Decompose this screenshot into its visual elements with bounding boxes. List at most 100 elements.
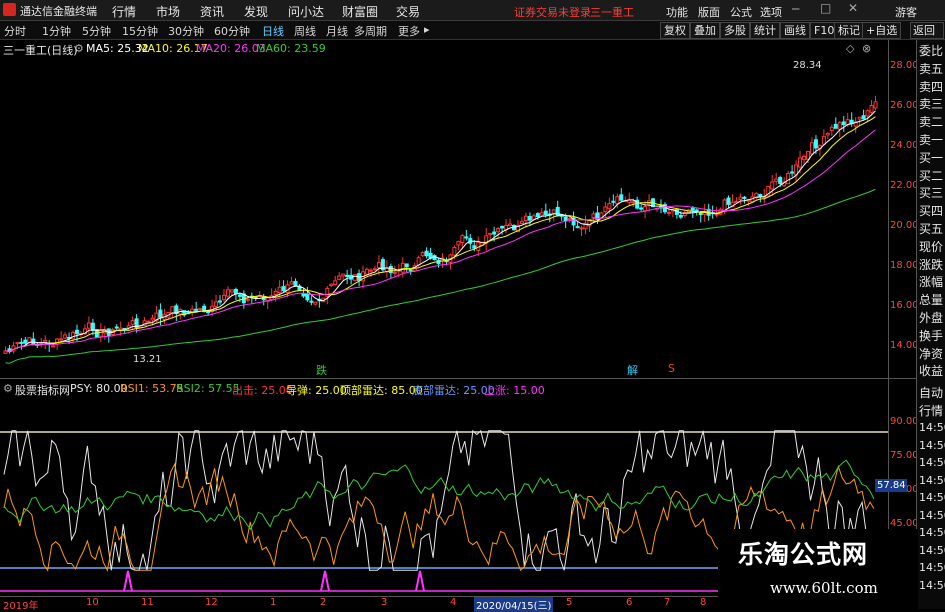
period-1min[interactable]: 1分钟 (42, 23, 71, 39)
menu-zixun[interactable]: 资讯 (200, 3, 224, 20)
diamond-icon[interactable]: ◇ (846, 42, 854, 55)
quote-field-label: 委比 (919, 44, 944, 58)
back-button[interactable]: 返回 (910, 22, 944, 39)
candlestick-series (3, 95, 878, 354)
huaxian-button[interactable]: 画线 (780, 22, 810, 39)
guest-button[interactable]: 游客 (895, 4, 917, 20)
candle-body (539, 212, 544, 216)
y-tick: 18.00 (890, 260, 919, 271)
candle-body (551, 209, 556, 215)
minimize-icon[interactable]: ─ (792, 2, 799, 16)
menu-jiaoyi[interactable]: 交易 (396, 3, 420, 20)
quote-field-label: 买一 (919, 150, 944, 165)
quote-field-label: 外盘 (919, 311, 944, 325)
candle-body (821, 136, 826, 145)
maximize-icon[interactable]: □ (820, 1, 831, 15)
watermark-title: 乐淘公式网 (738, 540, 869, 569)
x-label: 2 (320, 597, 327, 608)
duogu-button[interactable]: 多股 (720, 22, 750, 39)
candle-body (19, 341, 24, 344)
period-daily[interactable]: 日线 (262, 23, 284, 39)
diejia-button[interactable]: 叠加 (690, 22, 720, 39)
rsi1-label: RSI1: 53.75 (120, 382, 184, 395)
candle-body (416, 257, 421, 266)
candle-body (738, 196, 743, 200)
candle-body (535, 213, 540, 218)
candle-body (424, 250, 429, 257)
kline-chart[interactable] (0, 56, 888, 597)
candle-body (114, 326, 119, 329)
biaoji-button[interactable]: 标记 (834, 22, 864, 39)
candle-body (607, 202, 612, 210)
candle-body (293, 280, 298, 287)
candle-body (790, 171, 795, 174)
rsi2-line (3, 459, 875, 531)
candle-body (170, 306, 175, 314)
psy-label: PSY: 80.00 (70, 382, 128, 395)
period-30min[interactable]: 30分钟 (168, 23, 204, 39)
panel-close-icon[interactable]: ⊗ (862, 42, 871, 55)
candle-body (225, 289, 230, 297)
candle-body (873, 101, 878, 109)
x-label: 11 (141, 597, 154, 608)
rsi2-label: RSI2: 57.55 (176, 382, 240, 395)
candle-body (508, 223, 513, 227)
menu-faxian[interactable]: 发现 (244, 3, 268, 20)
period-15min[interactable]: 15分钟 (122, 23, 158, 39)
candle-body (229, 289, 234, 293)
candle-body (523, 215, 528, 222)
period-fenshi[interactable]: 分时 (4, 23, 26, 39)
candle-body (726, 197, 731, 205)
period-weekly[interactable]: 周线 (294, 23, 316, 39)
menu-wenxiaoda[interactable]: 问小达 (288, 3, 324, 20)
candle-body (277, 286, 282, 294)
period-5min[interactable]: 5分钟 (82, 23, 111, 39)
settings-icon[interactable]: ⚙ (74, 42, 84, 55)
tick-time: 14:50 (919, 578, 945, 592)
up-label: 上涨: 15.00 (484, 384, 545, 397)
period-60min[interactable]: 60分钟 (214, 23, 250, 39)
candle-body (404, 263, 409, 268)
candle-body (392, 271, 397, 274)
y-tick: 20.00 (890, 220, 919, 231)
period-more[interactable]: 更多 (398, 23, 420, 39)
period-monthly[interactable]: 月线 (326, 23, 348, 39)
quote-field-label: 卖二 (919, 115, 944, 130)
fuquan-button[interactable]: 复权 (660, 22, 690, 39)
menu-shichang[interactable]: 市场 (156, 3, 180, 20)
menu-xuanxiang[interactable]: 选项 (760, 4, 782, 20)
candle-body (456, 241, 461, 246)
quote-field-label: 现价 (919, 239, 944, 254)
ma10-line (5, 116, 876, 352)
menu-gongshi[interactable]: 公式 (730, 4, 752, 20)
menu-caifuquan[interactable]: 财富圈 (342, 3, 378, 20)
ind-y-tick: 75.00 (890, 450, 919, 461)
menu-gongneng[interactable]: 功能 (666, 4, 688, 20)
period-multi[interactable]: 多周期 (354, 23, 387, 39)
add-watchlist-button[interactable]: +自选 (862, 22, 902, 39)
candle-body (233, 288, 238, 295)
candle-body (778, 177, 783, 185)
indicator-settings-icon[interactable]: ⚙ (3, 382, 13, 395)
menu-hangqing[interactable]: 行情 (112, 3, 136, 20)
tongji-button[interactable]: 统计 (750, 22, 780, 39)
candle-body (611, 200, 616, 203)
tick-time: 14:50 (919, 491, 945, 504)
ma60-label: MA60: 23.59 (256, 42, 326, 55)
quote-field-label: 买四 (919, 204, 944, 219)
indicator-name[interactable]: 股票指标网 (15, 382, 70, 398)
menu-banmian[interactable]: 版面 (698, 4, 720, 20)
x-label: 8 (700, 597, 707, 608)
candle-body (51, 345, 56, 348)
candle-body (798, 157, 803, 168)
close-icon[interactable]: ✕ (848, 1, 858, 15)
chevron-right-icon[interactable]: ▸ (424, 23, 430, 36)
login-status[interactable]: 证券交易未登录 (514, 4, 591, 20)
ma5-line (5, 110, 876, 352)
app-title: 通达信金融终端 (20, 5, 97, 18)
ma20-line (5, 129, 876, 352)
candle-body (770, 181, 775, 190)
app-logo-icon (3, 3, 16, 16)
candle-body (786, 172, 791, 185)
quote-field-label: 净资 (919, 346, 944, 361)
